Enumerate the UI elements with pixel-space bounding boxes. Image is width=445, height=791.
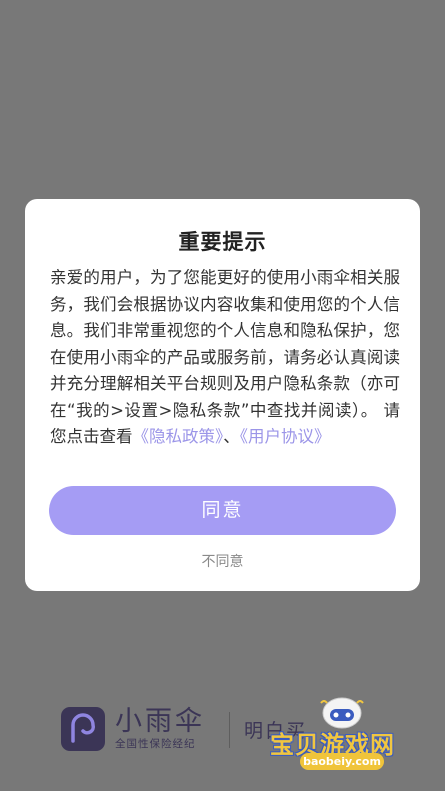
brand-name: 小雨伞 [115, 706, 205, 737]
privacy-policy-link[interactable]: 《隐私政策》 [133, 427, 224, 446]
link-separator: 、 [223, 427, 240, 446]
watermark-url: baobeiy.com [300, 753, 384, 770]
dialog-body: 亲爱的用户，为了您能更好的使用小雨伞相关服务，我们会根据协议内容收集和使用您的个… [50, 265, 400, 451]
site-watermark: 宝贝游戏网 baobeiy.com [268, 695, 418, 785]
privacy-dialog: 重要提示 亲爱的用户，为了您能更好的使用小雨伞相关服务，我们会根据协议内容收集和… [25, 199, 420, 591]
umbrella-logo-icon [61, 707, 105, 751]
disagree-button[interactable]: 不同意 [25, 551, 420, 571]
brand-subtitle: 全国性保险经纪 [115, 738, 196, 750]
brand-text: 小雨伞 全国性保险经纪 [115, 707, 205, 751]
agree-button[interactable]: 同意 [49, 486, 396, 535]
brand-block: 小雨伞 全国性保险经纪 [61, 706, 205, 752]
dialog-body-text: 亲爱的用户，为了您能更好的使用小雨伞相关服务，我们会根据协议内容收集和使用您的个… [50, 268, 400, 446]
dialog-title: 重要提示 [178, 230, 267, 254]
brand-divider [229, 712, 230, 748]
user-agreement-link[interactable]: 《用户协议》 [240, 427, 331, 446]
